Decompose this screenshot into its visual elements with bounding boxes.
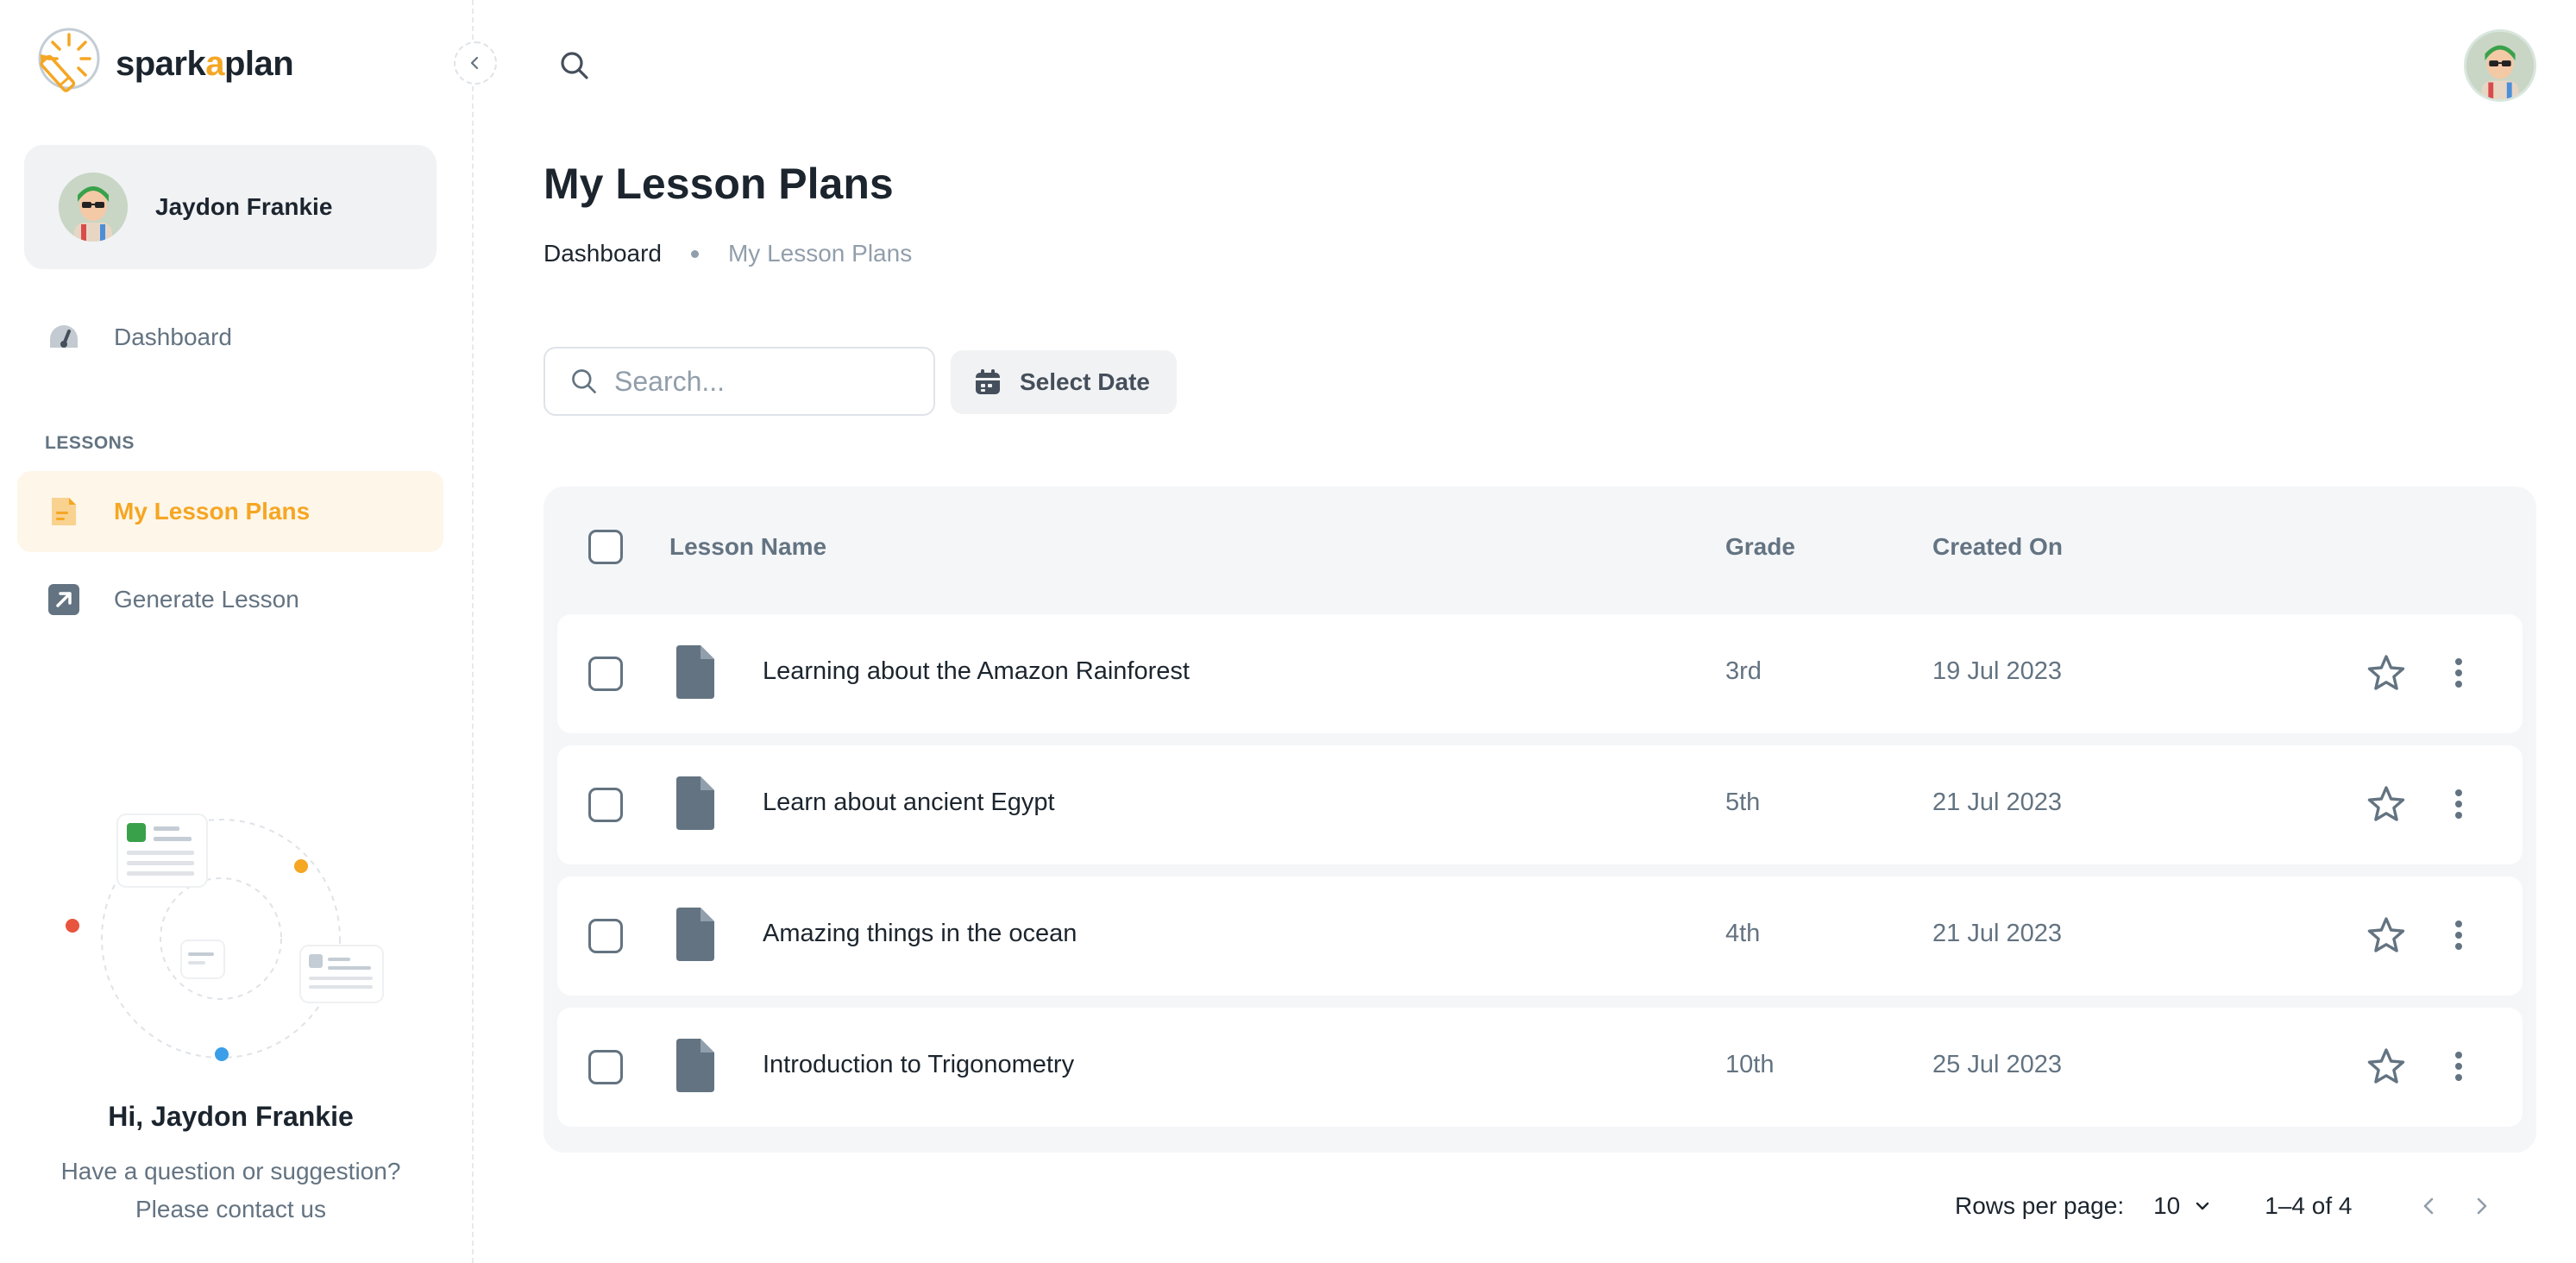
more-options-icon[interactable] (2438, 783, 2479, 825)
sidebar-item-label: Generate Lesson (114, 586, 299, 613)
star-icon[interactable] (2366, 1046, 2407, 1087)
search-icon (561, 52, 588, 79)
table-row[interactable]: Introduction to Trigonometry 10th 25 Jul… (557, 1008, 2523, 1127)
lesson-plans-icon (47, 494, 81, 529)
pagination-range: 1–4 of 4 (2265, 1192, 2353, 1219)
account-name: Jaydon Frankie (155, 193, 333, 220)
select-all-checkbox[interactable] (588, 530, 623, 564)
file-icon (676, 645, 714, 699)
lesson-name[interactable]: Learning about the Amazon Rainforest (763, 657, 1190, 686)
page-title: My Lesson Plans (543, 160, 894, 208)
sidebar-item-label: My Lesson Plans (114, 498, 311, 525)
previous-page-button[interactable] (2410, 1187, 2448, 1225)
more-options-icon[interactable] (2438, 1046, 2479, 1087)
rows-per-page-label: Rows per page: (1955, 1192, 2125, 1219)
lesson-table: Lesson Name Grade Created On Learning ab… (543, 487, 2536, 1153)
chevron-right-icon (2478, 1197, 2487, 1215)
sidebar-item-dashboard[interactable]: Dashboard (17, 297, 443, 378)
column-header-grade[interactable]: Grade (1725, 533, 1795, 561)
table-row[interactable]: Amazing things in the ocean 4th 21 Jul 2… (557, 877, 2523, 996)
lesson-grade: 4th (1725, 920, 1761, 947)
collapse-sidebar-button[interactable] (454, 41, 497, 85)
lesson-grade: 5th (1725, 789, 1761, 816)
logo-text: sparkaplan (116, 44, 294, 83)
sidebar-item-my-lesson-plans[interactable]: My Lesson Plans (17, 471, 443, 552)
lesson-created-on: 21 Jul 2023 (1932, 920, 2062, 947)
breadcrumb-dashboard[interactable]: Dashboard (543, 240, 662, 267)
account-card[interactable]: Jaydon Frankie (24, 145, 437, 269)
table-row[interactable]: Learning about the Amazon Rainforest 3rd… (557, 614, 2523, 733)
lesson-grade: 10th (1725, 1051, 1775, 1078)
breadcrumb-current: My Lesson Plans (727, 240, 913, 267)
file-icon (676, 776, 714, 830)
lesson-name[interactable]: Amazing things in the ocean (763, 920, 1077, 948)
breadcrumb-separator (690, 249, 699, 258)
dashboard-icon (47, 320, 81, 355)
generate-icon (47, 582, 81, 617)
row-checkbox[interactable] (588, 919, 623, 953)
avatar (59, 173, 128, 242)
column-header-lesson-name[interactable]: Lesson Name (669, 533, 826, 561)
help-illustration (48, 794, 411, 1070)
file-icon (676, 908, 714, 961)
star-icon[interactable] (2366, 914, 2407, 956)
header-search-button[interactable] (556, 47, 594, 85)
star-icon[interactable] (2366, 652, 2407, 694)
search-input[interactable] (614, 365, 908, 398)
table-header: Lesson Name Grade Created On (543, 487, 2536, 607)
lesson-created-on: 19 Jul 2023 (1932, 657, 2062, 685)
help-text[interactable]: Have a question or suggestion? Please co… (52, 1153, 410, 1228)
user-avatar[interactable] (2464, 29, 2536, 102)
sidebar-item-label: Dashboard (114, 324, 232, 350)
more-options-icon[interactable] (2438, 652, 2479, 694)
lesson-created-on: 25 Jul 2023 (1932, 1051, 2062, 1078)
lesson-grade: 3rd (1725, 657, 1762, 685)
next-page-button[interactable] (2462, 1187, 2500, 1225)
star-icon[interactable] (2366, 783, 2407, 825)
chevron-left-icon (470, 56, 479, 70)
logo[interactable]: sparkaplan (22, 22, 294, 105)
row-checkbox[interactable] (588, 788, 623, 822)
chevron-left-icon (2424, 1197, 2434, 1215)
search-field[interactable] (543, 347, 935, 416)
breadcrumb: Dashboard My Lesson Plans (543, 240, 912, 267)
search-icon (572, 369, 596, 393)
file-icon (676, 1039, 714, 1092)
more-options-icon[interactable] (2438, 914, 2479, 956)
row-checkbox[interactable] (588, 657, 623, 691)
rows-per-page-select[interactable]: 10 (2153, 1192, 2180, 1220)
table-row[interactable]: Learn about ancient Egypt 5th 21 Jul 202… (557, 745, 2523, 864)
lesson-name[interactable]: Learn about ancient Egypt (763, 789, 1055, 817)
row-checkbox[interactable] (588, 1050, 623, 1084)
logo-icon (38, 28, 100, 92)
select-date-label: Select Date (1020, 368, 1150, 395)
chevron-down-icon[interactable] (2192, 1196, 2213, 1216)
lesson-name[interactable]: Introduction to Trigonometry (763, 1051, 1074, 1079)
section-label-lessons: LESSONS (45, 433, 135, 453)
sidebar: sparkaplan Jaydon Frankie Dashboard LESS… (0, 0, 474, 1263)
column-header-created-on[interactable]: Created On (1932, 533, 2063, 561)
pagination: Rows per page: 10 1–4 of 4 (1955, 1187, 2500, 1225)
help-title: Hi, Jaydon Frankie (108, 1101, 354, 1132)
select-date-button[interactable]: Select Date (951, 350, 1177, 414)
calendar-icon (976, 369, 1000, 394)
lesson-created-on: 21 Jul 2023 (1932, 789, 2062, 816)
sidebar-item-generate-lesson[interactable]: Generate Lesson (17, 559, 443, 640)
